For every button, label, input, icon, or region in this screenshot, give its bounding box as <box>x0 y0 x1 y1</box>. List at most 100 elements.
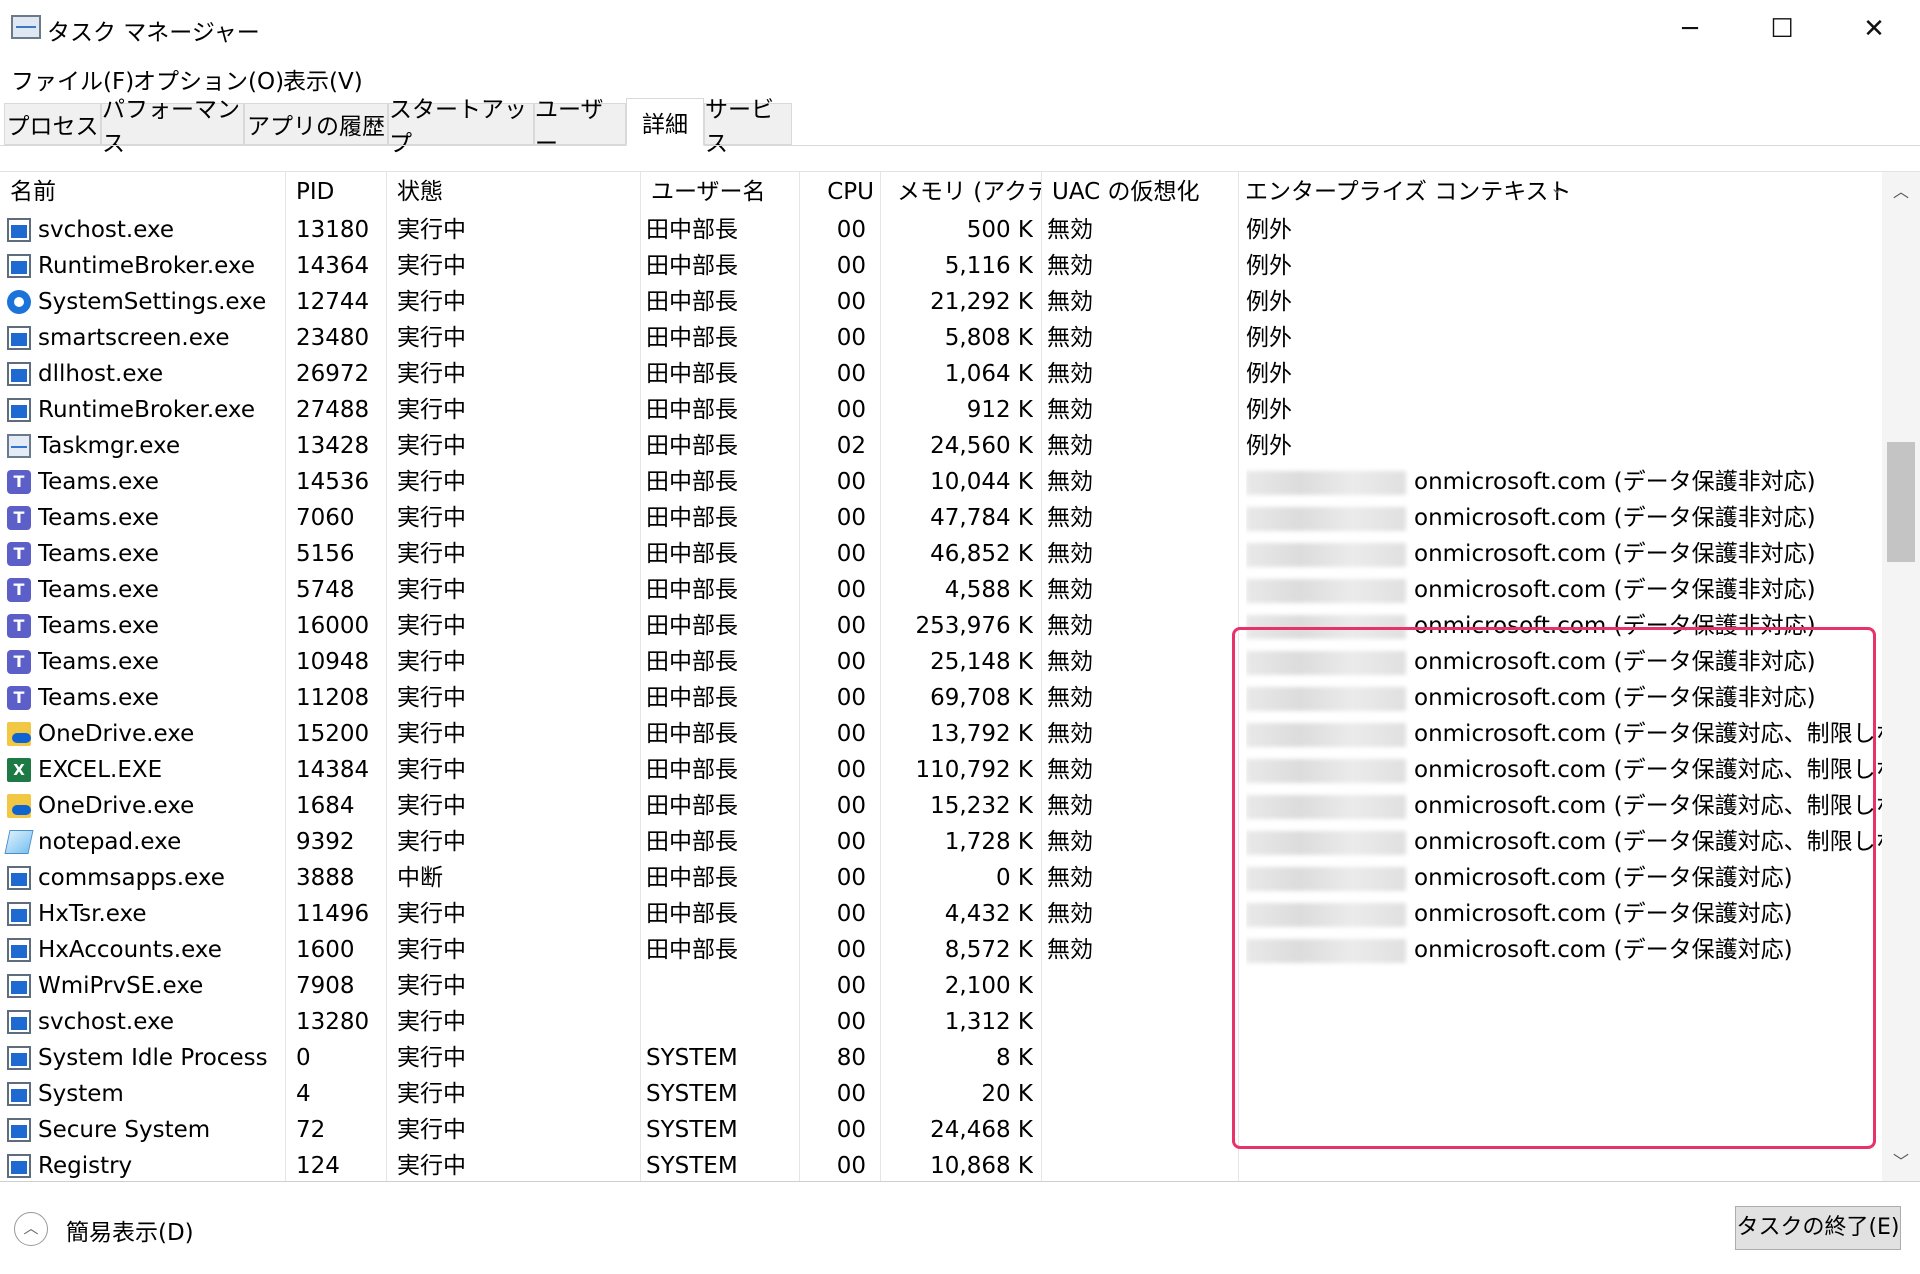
excel-icon <box>7 758 31 782</box>
process-enterprise-context: onmicrosoft.com (データ保護対応) <box>1246 860 1882 896</box>
tab-processes[interactable]: プロセス <box>4 103 101 145</box>
process-user: 田中部長 <box>646 685 738 711</box>
process-pid: 7908 <box>296 973 355 999</box>
process-status: 実行中 <box>397 721 466 747</box>
tab-app-history[interactable]: アプリの履歴 <box>244 103 388 145</box>
process-cpu: 00 <box>836 505 866 531</box>
table-row[interactable]: RuntimeBroker.exe 14364 実行中 田中部長 00 5,116 K 無効… <box>0 248 1882 284</box>
tab-details[interactable]: 詳細 <box>626 98 704 146</box>
enterprise-context-text: onmicrosoft.com (データ保護対応、制限しない) <box>1414 793 1882 819</box>
column-header-status[interactable]: 状態 <box>387 172 640 212</box>
process-user: 田中部長 <box>646 361 738 387</box>
process-status: 実行中 <box>397 829 466 855</box>
teams-icon <box>7 470 31 494</box>
process-cpu: 00 <box>836 937 866 963</box>
table-row[interactable]: Secure System 72 実行中 SYSTEM 00 24,468 K <box>0 1112 1882 1148</box>
table-row[interactable]: HxTsr.exe 11496 実行中 田中部長 00 4,432 K 無効 onmicros… <box>0 896 1882 932</box>
process-pid: 5156 <box>296 541 355 567</box>
process-memory: 0 K <box>995 865 1033 891</box>
scroll-down-icon[interactable]: ﹀ <box>1882 1147 1920 1177</box>
process-pid: 3888 <box>296 865 355 891</box>
redacted-domain <box>1246 542 1406 567</box>
table-row[interactable]: notepad.exe 9392 実行中 田中部長 00 1,728 K 無効 onmicro… <box>0 824 1882 860</box>
window-icon <box>7 1118 31 1142</box>
table-row[interactable]: svchost.exe 13280 実行中 00 1,312 K <box>0 1004 1882 1040</box>
table-row[interactable]: Teams.exe 14536 実行中 田中部長 00 10,044 K 無効 onmicro… <box>0 464 1882 500</box>
table-row[interactable]: smartscreen.exe 23480 実行中 田中部長 00 5,808 K 無効 例外 <box>0 320 1882 356</box>
fewer-details-link[interactable]: 簡易表示(D) <box>66 1213 194 1247</box>
chevron-up-icon[interactable]: ︿ <box>14 1212 48 1246</box>
process-name: Teams.exe <box>38 649 159 675</box>
table-row[interactable]: Teams.exe 10948 実行中 田中部長 00 25,148 K 無効 onmicro… <box>0 644 1882 680</box>
table-row[interactable]: System 4 実行中 SYSTEM 00 20 K <box>0 1076 1882 1112</box>
process-enterprise-context <box>1246 1040 1882 1076</box>
process-memory: 20 K <box>981 1081 1033 1107</box>
tab-performance[interactable]: パフォーマンス <box>101 97 244 157</box>
table-row[interactable]: OneDrive.exe 1684 実行中 田中部長 00 15,232 K 無効 onmic… <box>0 788 1882 824</box>
process-memory: 8,572 K <box>944 937 1033 963</box>
table-row[interactable]: SystemSettings.exe 12744 実行中 田中部長 00 21,292 K… <box>0 284 1882 320</box>
minimize-button[interactable]: ─ <box>1644 0 1736 58</box>
table-row[interactable]: Teams.exe 11208 実行中 田中部長 00 69,708 K 無効 onmicro… <box>0 680 1882 716</box>
scroll-thumb[interactable] <box>1887 442 1915 562</box>
process-name: Teams.exe <box>38 541 159 567</box>
process-cpu: 00 <box>836 397 866 423</box>
title-bar: タスク マネージャー ─ ☐ ✕ <box>0 0 1920 58</box>
table-row[interactable]: Registry 124 実行中 SYSTEM 00 10,868 K <box>0 1148 1882 1181</box>
process-memory: 253,976 K <box>915 613 1033 639</box>
table-row[interactable]: EXCEL.EXE 14384 実行中 田中部長 00 110,792 K 無効 onmicr… <box>0 752 1882 788</box>
process-name: smartscreen.exe <box>38 325 230 351</box>
table-row[interactable]: Teams.exe 5156 実行中 田中部長 00 46,852 K 無効 onmicros… <box>0 536 1882 572</box>
teams-icon <box>7 542 31 566</box>
scroll-up-icon[interactable]: ︿ <box>1882 177 1920 207</box>
table-row[interactable]: Teams.exe 16000 実行中 田中部長 00 253,976 K 無効 onmicr… <box>0 608 1882 644</box>
table-row[interactable]: Taskmgr.exe 13428 実行中 田中部長 02 24,560 K 無効 例外 <box>0 428 1882 464</box>
table-row[interactable]: commsapps.exe 3888 中断 田中部長 00 0 K 無効 onmicrosof… <box>0 860 1882 896</box>
column-header-memory[interactable]: メモリ (アクテ... <box>881 172 1041 212</box>
tab-startup[interactable]: スタートアップ <box>388 97 534 157</box>
maximize-button[interactable]: ☐ <box>1736 0 1828 58</box>
redacted-domain <box>1246 758 1406 783</box>
process-name: Teams.exe <box>38 685 159 711</box>
table-row[interactable]: Teams.exe 5748 実行中 田中部長 00 4,588 K 無効 onmicroso… <box>0 572 1882 608</box>
table-row[interactable]: OneDrive.exe 15200 実行中 田中部長 00 13,792 K 無効 onmi… <box>0 716 1882 752</box>
process-name: Secure System <box>38 1117 211 1143</box>
window-icon <box>7 362 31 386</box>
table-row[interactable]: svchost.exe 13180 実行中 田中部長 00 500 K 無効 例外 <box>0 212 1882 248</box>
tab-services[interactable]: サービス <box>704 97 792 157</box>
table-row[interactable]: WmiPrvSE.exe 7908 実行中 00 2,100 K <box>0 968 1882 1004</box>
table-row[interactable]: dllhost.exe 26972 実行中 田中部長 00 1,064 K 無効 例外 <box>0 356 1882 392</box>
process-status: 実行中 <box>397 1081 466 1107</box>
menu-view[interactable]: 表示(V) <box>283 62 363 96</box>
column-header-uac[interactable]: UAC の仮想化 <box>1042 172 1238 212</box>
process-status: 実行中 <box>397 1045 466 1071</box>
window-icon <box>7 254 31 278</box>
column-header-name[interactable]: 名前 <box>0 172 285 212</box>
vertical-scrollbar[interactable]: ︿ ﹀ <box>1882 172 1920 1181</box>
process-pid: 5748 <box>296 577 355 603</box>
process-user: 田中部長 <box>646 433 738 459</box>
process-user: 田中部長 <box>646 721 738 747</box>
table-row[interactable]: RuntimeBroker.exe 27488 実行中 田中部長 00 912 K 無効 例外 <box>0 392 1882 428</box>
table-row[interactable]: System Idle Process 0 実行中 SYSTEM 80 8 K <box>0 1040 1882 1076</box>
column-header-cpu[interactable]: CPU <box>800 172 880 212</box>
process-status: 実行中 <box>397 541 466 567</box>
end-task-button[interactable]: タスクの終了(E) <box>1735 1206 1901 1250</box>
process-enterprise-context <box>1246 1112 1882 1148</box>
column-header-pid[interactable]: PID <box>286 172 386 212</box>
process-uac <box>1047 1004 1235 1040</box>
process-memory: 24,468 K <box>930 1117 1033 1143</box>
process-uac <box>1047 1076 1235 1112</box>
process-status: 実行中 <box>397 793 466 819</box>
close-button[interactable]: ✕ <box>1828 0 1920 58</box>
tab-users[interactable]: ユーザー <box>534 97 626 157</box>
process-name: RuntimeBroker.exe <box>38 397 255 423</box>
process-status: 実行中 <box>397 469 466 495</box>
column-header-user[interactable]: ユーザー名 <box>641 172 799 212</box>
table-row[interactable]: Teams.exe 7060 実行中 田中部長 00 47,784 K 無効 onmicros… <box>0 500 1882 536</box>
table-row[interactable]: HxAccounts.exe 1600 実行中 田中部長 00 8,572 K 無効 onmi… <box>0 932 1882 968</box>
process-status: 実行中 <box>397 253 466 279</box>
process-name: commsapps.exe <box>38 865 225 891</box>
process-enterprise-context: onmicrosoft.com (データ保護非対応) <box>1246 680 1882 716</box>
process-pid: 23480 <box>296 325 370 351</box>
